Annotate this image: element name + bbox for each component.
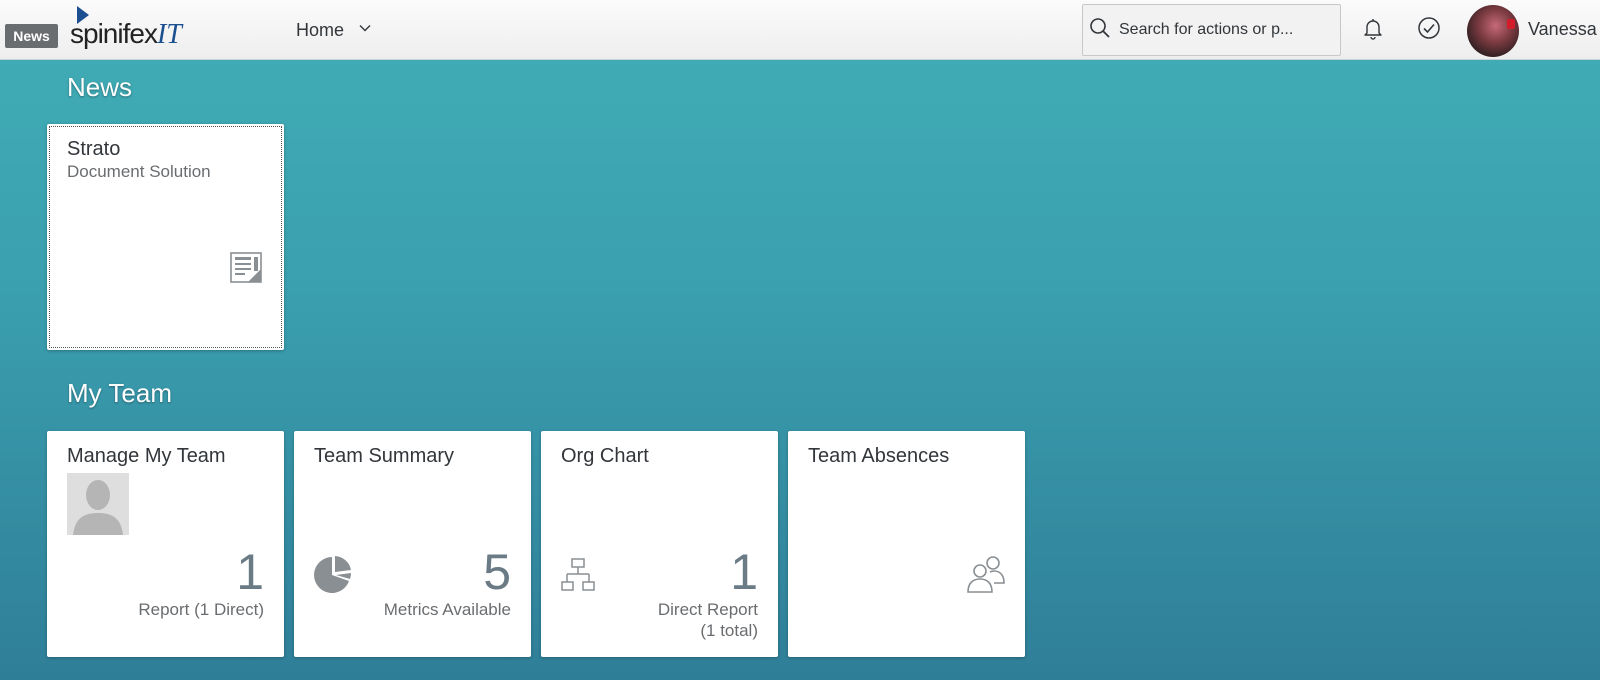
home-menu-button[interactable]: Home: [286, 14, 382, 46]
logo-text: spinifexIT: [70, 18, 182, 51]
tile-kpi-number: 1: [730, 544, 758, 600]
tile-footer-line: Direct Report: [657, 600, 758, 619]
news-badge[interactable]: News: [5, 24, 58, 48]
tile-org-chart[interactable]: Org Chart 1 Direct Report (1 total): [541, 431, 778, 657]
home-menu-label: Home: [296, 19, 345, 40]
pie-chart-icon: [314, 555, 352, 593]
tile-subtitle: Document Solution: [67, 162, 211, 181]
tile-footer: Report (1 Direct): [138, 600, 264, 619]
group-icon: [966, 555, 1006, 593]
tile-footer: Metrics Available: [383, 600, 511, 619]
news-document-icon: [229, 250, 263, 284]
tile-strato-news[interactable]: Strato Document Solution: [47, 124, 284, 350]
search-field[interactable]: [1082, 4, 1341, 56]
section-title-news: News: [67, 72, 133, 102]
user-avatar[interactable]: [1467, 5, 1519, 57]
tile-manage-my-team[interactable]: Manage My Team 1 Report (1 Direct): [47, 431, 284, 657]
search-icon[interactable]: [1089, 17, 1111, 44]
tile-kpi-number: 1: [236, 544, 264, 600]
tile-team-summary[interactable]: Team Summary 5 Metrics Available: [294, 431, 531, 657]
company-logo[interactable]: spinifexIT: [70, 4, 200, 56]
person-placeholder-icon: [67, 473, 129, 535]
user-name[interactable]: Vanessa: [1528, 19, 1597, 40]
tile-title: Team Summary: [314, 445, 455, 467]
tile-title: Team Absences: [808, 445, 950, 467]
tile-team-absences[interactable]: Team Absences: [788, 431, 1025, 657]
bell-icon: [1361, 16, 1385, 45]
tile-title: Strato: [67, 138, 121, 160]
tile-title: Org Chart: [561, 445, 649, 467]
logo-name: spinifex: [70, 18, 158, 49]
section-title-my-team: My Team: [67, 378, 172, 408]
tasks-button[interactable]: [1413, 14, 1445, 46]
chevron-down-icon: [358, 21, 372, 40]
shell-header: News spinifexIT Home Vanessa: [0, 0, 1600, 60]
org-chart-icon: [561, 558, 595, 592]
tile-kpi-number: 5: [483, 544, 511, 600]
tile-footer-line: (1 total): [700, 621, 758, 640]
tile-footer: Direct Report (1 total): [658, 599, 758, 641]
checkmark-circle-icon: [1417, 16, 1441, 45]
search-input[interactable]: [1119, 21, 1329, 39]
notifications-button[interactable]: [1357, 14, 1389, 46]
logo-suffix: IT: [156, 19, 182, 50]
tile-title: Manage My Team: [67, 445, 226, 467]
